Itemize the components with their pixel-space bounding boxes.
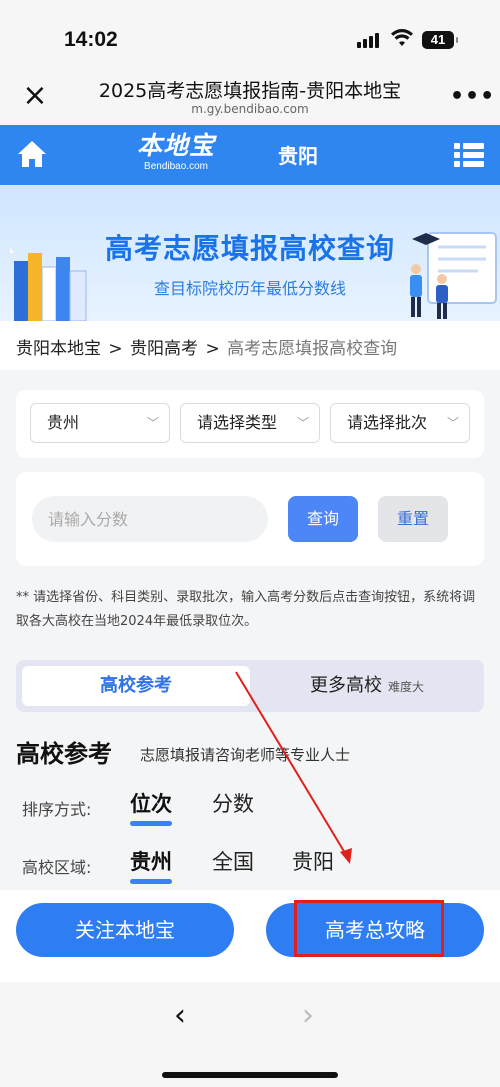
sort-option-rank[interactable]: 位次 [130,788,172,826]
score-input[interactable] [32,496,268,542]
forward-icon[interactable]: › [302,998,314,1033]
section-subtitle: 志愿填报请咨询老师等专业人士 [140,746,351,764]
menu-icon[interactable] [454,142,484,168]
breadcrumb-link-home[interactable]: 贵阳本地宝 [16,339,101,359]
instruction-note: ** 请选择省份、科目类别、录取批次，输入高考分数后点击查询按钮，系统将调取各大… [16,590,476,629]
batch-select-value: 请选择批次 [347,413,428,432]
logo-text: 本地宝 [136,131,215,160]
close-icon[interactable]: × [20,81,50,112]
browser-header: × 2025高考志愿填报指南-贵阳本地宝 m.gy.bendibao.com •… [0,70,500,125]
browser-url: m.gy.bendibao.com [191,102,309,116]
section-title: 高校参考 [16,740,112,768]
site-nav: 本地宝 Bendibao.com 贵阳 [0,125,500,185]
chevron-down-icon: ﹀ [146,416,159,430]
more-options-icon[interactable]: ••• [450,84,495,109]
region-option-guizhou[interactable]: 贵州 [130,846,172,884]
browser-bottom-nav: ‹ › [0,982,500,1087]
wifi-icon [391,29,413,46]
home-indicator [162,1072,338,1078]
reset-button[interactable]: 重置 [378,496,448,542]
tab-bar: 高校参考 更多高校 难度大 [16,660,484,712]
back-icon[interactable]: ‹ [174,998,186,1033]
status-bar: 14:02 41 [0,0,500,70]
province-select-value: 贵州 [47,413,80,432]
query-button[interactable]: 查询 [288,496,358,542]
follow-button[interactable]: 关注本地宝 [16,903,234,957]
signal-icon [357,32,381,48]
score-card: 查询 重置 [16,472,484,566]
selector-card: 贵州 ﹀ 请选择类型 ﹀ 请选择批次 ﹀ [16,390,484,458]
students-illustration-icon [410,232,497,319]
query-form-area: 贵州 ﹀ 请选择类型 ﹀ 请选择批次 ﹀ 查询 重置 ** 请选择省份、科目类别… [0,370,500,890]
breadcrumb-separator: > [108,339,123,359]
region-option-national[interactable]: 全国 [212,846,254,876]
province-select[interactable]: 贵州 ﹀ [30,403,170,443]
city-name[interactable]: 贵阳 [278,140,318,169]
bottom-action-bar: 关注本地宝 高考总攻略 [0,890,500,982]
breadcrumb-link-gaokao[interactable]: 贵阳高考 [130,339,198,359]
tab-school-reference[interactable]: 高校参考 [22,666,250,706]
banner: 高考志愿填报高校查询 查目标院校历年最低分数线 [0,185,500,321]
chevron-down-icon: ﹀ [446,416,459,430]
sort-filter-row: 排序方式: 位次 分数 [22,786,482,826]
breadcrumb: 贵阳本地宝 > 贵阳高考 > 高考志愿填报高校查询 [16,334,399,359]
home-icon[interactable] [16,139,48,169]
type-select-value: 请选择类型 [197,413,278,432]
breadcrumb-current: 高考志愿填报高校查询 [227,339,398,359]
breadcrumb-separator: > [205,339,220,359]
sort-label: 排序方式: [22,800,92,819]
sort-option-score[interactable]: 分数 [212,788,254,818]
tab-more-label: 更多高校 [309,675,382,696]
battery-icon: 41 [422,31,458,49]
batch-select[interactable]: 请选择批次 ﹀ [330,403,470,443]
region-filter-row: 高校区域: 贵州 全国 贵阳 [22,844,482,884]
status-time: 14:02 [64,28,118,51]
tab-more-hint: 难度大 [387,680,424,694]
gaokao-guide-button[interactable]: 高考总攻略 [266,903,484,957]
tab-more-schools[interactable]: 更多高校 难度大 [256,666,478,706]
logo-domain: Bendibao.com [144,161,208,172]
browser-title: 2025高考志愿填报指南-贵阳本地宝 [98,80,402,102]
type-select[interactable]: 请选择类型 ﹀ [180,403,320,443]
region-label: 高校区域: [22,858,92,877]
site-logo[interactable]: 本地宝 Bendibao.com [128,131,224,179]
chevron-down-icon: ﹀ [296,416,309,430]
region-option-guiyang[interactable]: 贵阳 [292,846,334,876]
